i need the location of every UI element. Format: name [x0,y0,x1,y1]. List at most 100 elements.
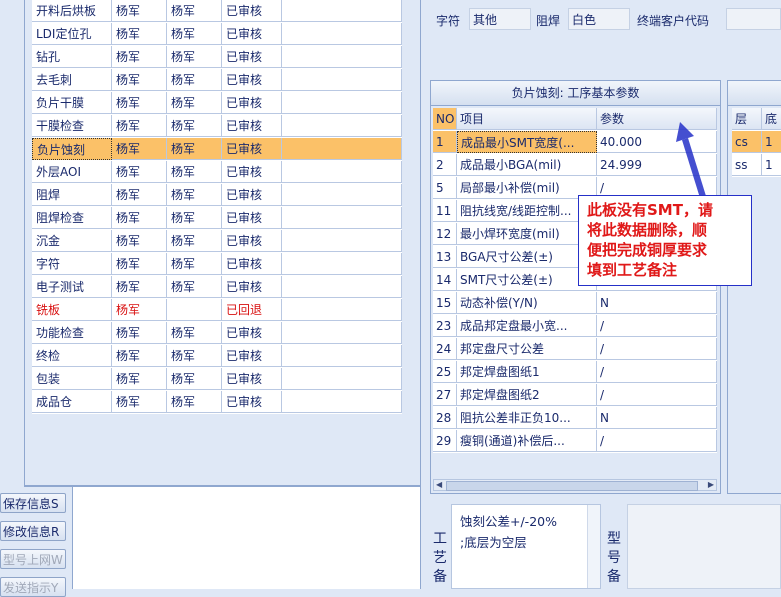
param-item-cell[interactable]: 邦定焊盘图纸2 [457,384,597,406]
scroll-left-icon[interactable]: ◀ [436,480,442,490]
process-row[interactable]: 负片蚀刻 杨军 杨军 已审核 [32,138,402,161]
status-cell[interactable]: 已审核 [222,46,282,68]
blank-cell[interactable] [282,0,402,22]
process-row[interactable]: 终检 杨军 杨军 已审核 [32,345,402,368]
reviewer-cell[interactable]: 杨军 [167,230,222,252]
reviewer-cell[interactable] [167,299,222,321]
process-memo-textarea[interactable]: 蚀刻公差+/-20% ;底层为空层 [451,504,601,589]
process-row[interactable]: 成品仓 杨军 杨军 已审核 [32,391,402,414]
reviewer-cell[interactable]: 杨军 [167,253,222,275]
blank-cell[interactable] [282,46,402,68]
process-row[interactable]: 功能检查 杨军 杨军 已审核 [32,322,402,345]
status-cell[interactable]: 已审核 [222,115,282,137]
blank-cell[interactable] [282,345,402,367]
process-row[interactable]: 阻焊检查 杨军 杨军 已审核 [32,207,402,230]
param-no-cell[interactable]: 27 [433,384,457,406]
operator-cell[interactable]: 杨军 [112,345,167,367]
status-cell[interactable]: 已审核 [222,69,282,91]
char-field[interactable]: 其他 [469,8,531,30]
reviewer-cell[interactable]: 杨军 [167,368,222,390]
status-cell[interactable]: 已审核 [222,207,282,229]
operator-cell[interactable]: 杨军 [112,92,167,114]
save-info-button[interactable]: 保存信息S [0,493,66,513]
process-name-cell[interactable]: 负片蚀刻 [32,138,112,160]
reviewer-cell[interactable]: 杨军 [167,138,222,160]
param-no-cell[interactable]: 1 [433,131,457,153]
status-cell[interactable]: 已审核 [222,23,282,45]
param-value-cell[interactable]: / [597,361,717,383]
process-grid[interactable]: 开料后烘板 杨军 杨军 已审核 LDI定位孔 杨军 杨军 已审核 钻孔 杨军 杨军 已审核 去毛刺 杨军杨… [32,0,402,414]
process-name-cell[interactable]: 阻焊 [32,184,112,206]
col-bottom-header[interactable]: 底 [762,108,781,130]
operator-cell[interactable]: 杨军 [112,184,167,206]
operator-cell[interactable]: 杨军 [112,138,167,160]
param-value-cell[interactable]: / [597,384,717,406]
process-row[interactable]: LDI定位孔 杨军 杨军 已审核 [32,23,402,46]
process-name-cell[interactable]: 字符 [32,253,112,275]
blank-cell[interactable] [282,69,402,91]
blank-cell[interactable] [282,230,402,252]
param-row[interactable]: 27 邦定焊盘图纸2/ [433,384,717,407]
param-value-cell[interactable]: / [597,338,717,360]
reviewer-cell[interactable]: 杨军 [167,23,222,45]
param-item-cell[interactable]: 局部最小补偿(mil) [457,177,597,199]
param-item-cell[interactable]: 成品最小SMT宽度(... [457,131,597,153]
status-cell[interactable]: 已审核 [222,161,282,183]
modify-info-button[interactable]: 修改信息R [0,521,66,541]
process-row[interactable]: 字符 杨军 杨军 已审核 [32,253,402,276]
blank-cell[interactable] [282,368,402,390]
param-item-cell[interactable]: 阻抗公差非正负10... [457,407,597,429]
param-no-cell[interactable]: 24 [433,338,457,360]
param-row[interactable]: 23 成品邦定盘最小宽... / [433,315,717,338]
process-name-cell[interactable]: 包装 [32,368,112,390]
process-name-cell[interactable]: 阻焊检查 [32,207,112,229]
layer-grid[interactable]: 层 底 cs 1 ss 1 [732,108,781,177]
process-row[interactable]: 外层AOI 杨军 杨军 已审核 [32,161,402,184]
blank-cell[interactable] [282,299,402,321]
layer-row[interactable]: cs 1 [732,131,781,154]
param-value-cell[interactable]: / [597,315,717,337]
param-item-cell[interactable]: 动态补偿(Y/N) [457,292,597,314]
status-cell[interactable]: 已审核 [222,322,282,344]
process-row[interactable]: 阻焊 杨军 杨军 已审核 [32,184,402,207]
process-name-cell[interactable]: 负片干膜 [32,92,112,114]
status-cell[interactable]: 已审核 [222,253,282,275]
process-row[interactable]: 铣板 杨军 已回退 [32,299,402,322]
scroll-thumb[interactable] [446,481,698,491]
reviewer-cell[interactable]: 杨军 [167,69,222,91]
blank-cell[interactable] [282,322,402,344]
status-cell[interactable]: 已审核 [222,345,282,367]
process-name-cell[interactable]: 功能检查 [32,322,112,344]
status-cell[interactable]: 已审核 [222,368,282,390]
reviewer-cell[interactable]: 杨军 [167,345,222,367]
operator-cell[interactable]: 杨军 [112,230,167,252]
col-item-header[interactable]: 项目 [457,108,597,130]
param-item-cell[interactable]: BGA尺寸公差(±) [457,246,597,268]
status-cell[interactable]: 已审核 [222,391,282,413]
param-no-cell[interactable]: 23 [433,315,457,337]
blank-cell[interactable] [282,138,402,160]
layer-name-cell[interactable]: ss [732,154,762,176]
process-name-cell[interactable]: 成品仓 [32,391,112,413]
param-row[interactable]: 25 邦定焊盘图纸1/ [433,361,717,384]
process-name-cell[interactable]: 开料后烘板 [32,0,112,22]
param-row[interactable]: 15 动态补偿(Y/N) N [433,292,717,315]
param-item-cell[interactable]: 成品最小BGA(mil) [457,154,597,176]
process-row[interactable]: 去毛刺 杨军 杨军 已审核 [32,69,402,92]
process-row[interactable]: 电子测试 杨军 杨军 已审核 [32,276,402,299]
blank-cell[interactable] [282,184,402,206]
param-no-cell[interactable]: 13 [433,246,457,268]
process-name-cell[interactable]: LDI定位孔 [32,23,112,45]
param-row[interactable]: 29 瘦铜(通道)补偿后... / [433,430,717,453]
status-cell[interactable]: 已审核 [222,138,282,160]
operator-cell[interactable]: 杨军 [112,299,167,321]
status-cell[interactable]: 已审核 [222,0,282,22]
reviewer-cell[interactable]: 杨军 [167,276,222,298]
process-name-cell[interactable]: 电子测试 [32,276,112,298]
reviewer-cell[interactable]: 杨军 [167,92,222,114]
status-cell[interactable]: 已审核 [222,184,282,206]
process-row[interactable]: 干膜检查 杨军 杨军 已审核 [32,115,402,138]
upload-model-button[interactable]: 型号上网W [0,549,66,569]
param-no-cell[interactable]: 29 [433,430,457,452]
left-splitter-strip[interactable] [0,0,25,485]
